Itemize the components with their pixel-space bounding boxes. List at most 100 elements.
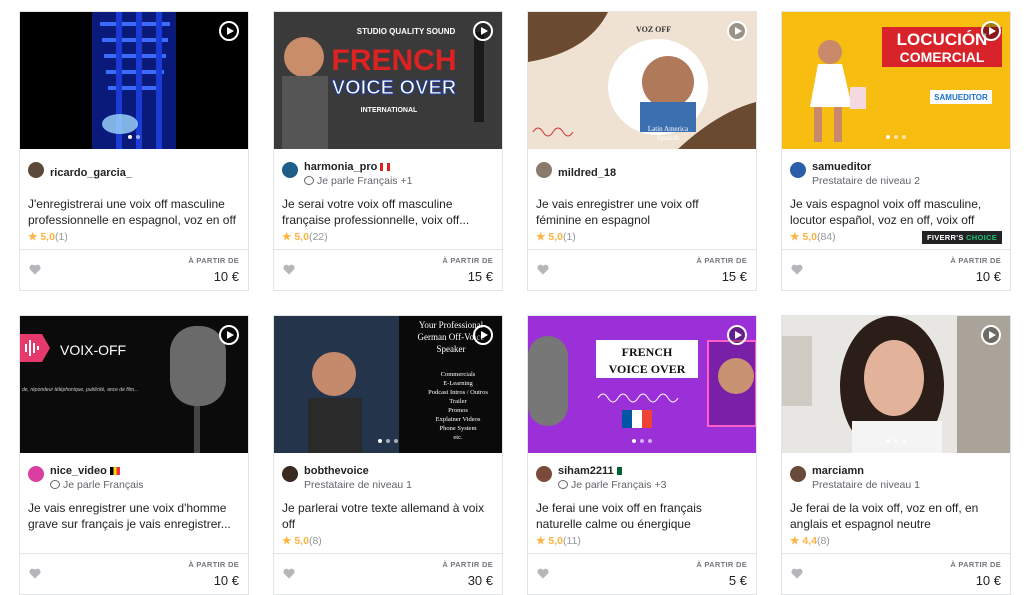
- gig-thumbnail[interactable]: FRENCH VOICE OVER: [528, 316, 756, 453]
- seller-name[interactable]: samueditor: [812, 161, 871, 173]
- seller-language: Je parle Français: [50, 479, 144, 491]
- price: 10 €: [975, 269, 1001, 284]
- gig-footer: À PARTIR DE 15 €: [528, 249, 756, 290]
- gig-thumbnail[interactable]: LOCUCIÓN COMERCIAL SAMUEDITOR: [782, 12, 1010, 149]
- heart-icon[interactable]: [537, 264, 549, 275]
- price: 15 €: [721, 269, 747, 284]
- seller-info: mildred_18: [536, 157, 748, 191]
- seller-name[interactable]: mildred_18: [558, 167, 616, 179]
- gig-thumbnail[interactable]: [20, 12, 248, 149]
- carousel-dots[interactable]: [886, 439, 906, 443]
- seller-name[interactable]: marciamn: [812, 465, 864, 477]
- gig-title[interactable]: Je vais espagnol voix off masculine, loc…: [790, 196, 1000, 228]
- seller-level: Prestataire de niveau 1: [304, 479, 412, 491]
- price-label: À PARTIR DE: [442, 256, 493, 265]
- algeria-flag-icon: [616, 467, 627, 475]
- rating: ★ 5,0(1): [536, 231, 576, 243]
- carousel-dots[interactable]: [128, 135, 140, 139]
- rating: ★ 5,0(84): [790, 231, 836, 243]
- thumb-line1: Latin America: [648, 125, 689, 133]
- gig-title[interactable]: Je vais enregistrer une voix off féminin…: [536, 196, 746, 228]
- gig-title[interactable]: Je vais enregistrer une voix d'homme gra…: [28, 500, 238, 532]
- thumb-line2: Spanish: [657, 134, 680, 142]
- thumb-line3: INTERNATIONAL: [361, 107, 418, 114]
- gig-card[interactable]: marciamn Prestataire de niveau 1 Je fera…: [781, 315, 1011, 595]
- thumb-list-item: etc.: [453, 434, 463, 441]
- chat-bubble-icon: [304, 176, 314, 185]
- canada-flag-icon: [380, 163, 391, 171]
- seller-info: bobthevoice Prestataire de niveau 1: [282, 461, 494, 495]
- avatar[interactable]: [282, 466, 298, 482]
- gig-thumbnail[interactable]: [782, 316, 1010, 453]
- belgium-flag-icon: [109, 467, 120, 475]
- gig-title[interactable]: Je ferai de la voix off, voz en off, en …: [790, 500, 1000, 532]
- price: 5 €: [728, 573, 747, 588]
- price: 15 €: [467, 269, 493, 284]
- gig-thumbnail[interactable]: STUDIO QUALITY SOUND FRENCH VOICE OVER I…: [274, 12, 502, 149]
- thumb-list-item: Podcast Intros / Outros: [428, 389, 488, 396]
- thumb-heading-3: Speaker: [437, 344, 466, 354]
- play-icon[interactable]: [219, 325, 239, 345]
- seller-info: ricardo_garcia_: [28, 157, 240, 191]
- play-icon[interactable]: [219, 21, 239, 41]
- carousel-dots[interactable]: [632, 439, 652, 443]
- thumb-line2: VOICE OVER: [332, 77, 457, 99]
- play-icon[interactable]: [727, 325, 747, 345]
- heart-icon[interactable]: [791, 264, 803, 275]
- play-icon[interactable]: [473, 21, 493, 41]
- thumb-top-text: VOZ OFF: [636, 25, 671, 34]
- gig-footer: À PARTIR DE 15 €: [274, 249, 502, 290]
- gig-card[interactable]: Your Professional German Off-Voice Speak…: [273, 315, 503, 595]
- seller-name[interactable]: nice_video: [50, 465, 120, 477]
- avatar[interactable]: [790, 466, 806, 482]
- thumb-tag: SAMUEDITOR: [934, 93, 988, 102]
- avatar[interactable]: [536, 162, 552, 178]
- gig-title[interactable]: Je serai votre voix off masculine frança…: [282, 196, 492, 228]
- seller-name[interactable]: siham2211: [558, 465, 627, 477]
- avatar[interactable]: [28, 162, 44, 178]
- seller-name[interactable]: ricardo_garcia_: [50, 167, 132, 179]
- heart-icon[interactable]: [29, 568, 41, 579]
- gig-card[interactable]: VOIX-OFF de, répondeur téléphonique, pub…: [19, 315, 249, 595]
- seller-level: Prestataire de niveau 2: [812, 175, 920, 187]
- gig-card[interactable]: FRENCH VOICE OVER siham2211 Je parle Fra…: [527, 315, 757, 595]
- gig-card[interactable]: VOZ OFF Latin America Spanish mildred_18…: [527, 11, 757, 291]
- seller-language: Je parle Français +3: [558, 479, 666, 491]
- gig-card[interactable]: STUDIO QUALITY SOUND FRENCH VOICE OVER I…: [273, 11, 503, 291]
- heart-icon[interactable]: [791, 568, 803, 579]
- gig-thumbnail[interactable]: VOZ OFF Latin America Spanish: [528, 12, 756, 149]
- play-icon[interactable]: [981, 325, 1001, 345]
- rating: ★ 5,0(8): [282, 535, 322, 547]
- gig-footer: À PARTIR DE 10 €: [782, 249, 1010, 290]
- gig-footer: À PARTIR DE 30 €: [274, 553, 502, 594]
- locucion-banner-image: LOCUCIÓN COMERCIAL SAMUEDITOR: [782, 12, 1010, 149]
- thumb-list-item: Commercials: [441, 371, 476, 378]
- gig-title[interactable]: Je ferai une voix off en français nature…: [536, 500, 746, 532]
- gig-thumbnail[interactable]: VOIX-OFF de, répondeur téléphonique, pub…: [20, 316, 248, 453]
- gig-card[interactable]: ricardo_garcia_ J'enregistrerai une voix…: [19, 11, 249, 291]
- avatar[interactable]: [536, 466, 552, 482]
- play-icon[interactable]: [473, 325, 493, 345]
- avatar[interactable]: [790, 162, 806, 178]
- thumb-line1: FRENCH: [332, 44, 457, 77]
- gig-title[interactable]: J'enregistrerai une voix off masculine p…: [28, 196, 238, 228]
- avatar[interactable]: [28, 466, 44, 482]
- thumb-list-item: Explainer Videos: [436, 416, 481, 423]
- gig-card[interactable]: LOCUCIÓN COMERCIAL SAMUEDITOR samueditor…: [781, 11, 1011, 291]
- thumb-list-item: Phone System: [439, 425, 476, 432]
- gig-thumbnail[interactable]: Your Professional German Off-Voice Speak…: [274, 316, 502, 453]
- thumb-list-item: Promos: [448, 407, 468, 414]
- heart-icon[interactable]: [283, 264, 295, 275]
- heart-icon[interactable]: [29, 264, 41, 275]
- play-icon[interactable]: [727, 21, 747, 41]
- seller-name[interactable]: bobthevoice: [304, 465, 369, 477]
- play-icon[interactable]: [981, 21, 1001, 41]
- carousel-dots[interactable]: [886, 135, 906, 139]
- gig-title[interactable]: Je parlerai votre texte allemand à voix …: [282, 500, 492, 532]
- heart-icon[interactable]: [283, 568, 295, 579]
- seller-info: harmonia_pro Je parle Français +1: [282, 157, 494, 191]
- heart-icon[interactable]: [537, 568, 549, 579]
- avatar[interactable]: [282, 162, 298, 178]
- seller-name[interactable]: harmonia_pro: [304, 161, 391, 173]
- carousel-dots[interactable]: [378, 439, 398, 443]
